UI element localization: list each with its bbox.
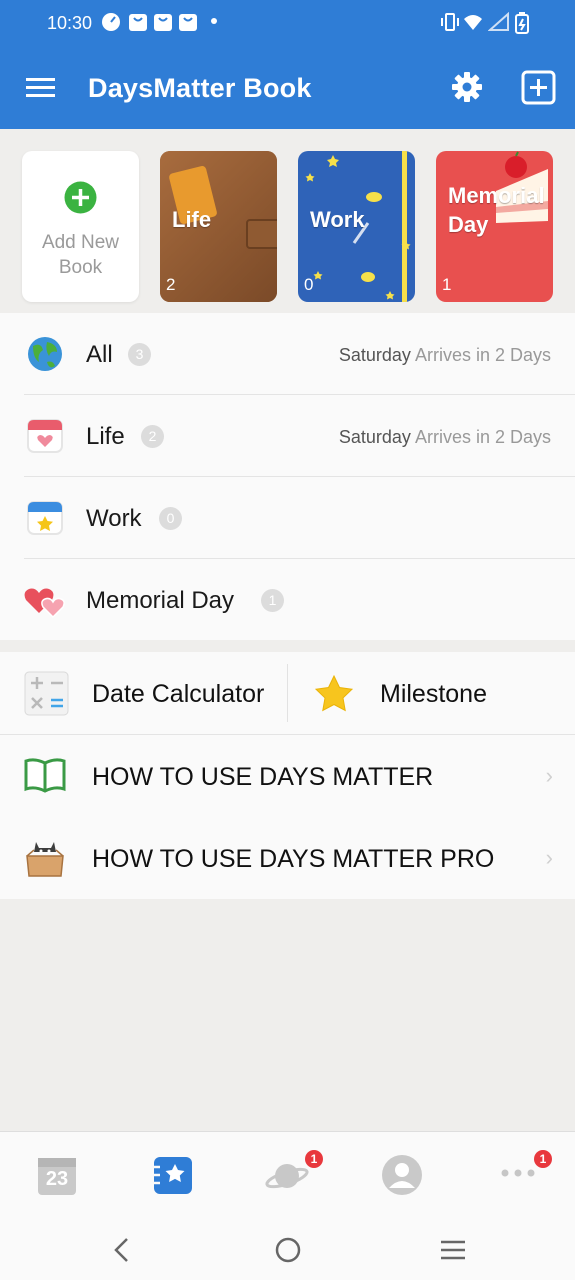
star-icon xyxy=(314,675,354,712)
next-event-arrives: Arrives in 2 Days xyxy=(414,345,551,365)
cat-box-icon xyxy=(26,842,64,877)
list-item-work[interactable]: Work 0 xyxy=(0,477,575,559)
system-nav-bar xyxy=(0,1218,575,1280)
list-item-name: Work xyxy=(86,505,142,532)
list-item-all[interactable]: All 3 Saturday Arrives in 2 Days xyxy=(0,313,575,395)
speedometer-icon xyxy=(102,13,120,31)
count-badge: 0 xyxy=(159,507,182,530)
nav-books[interactable] xyxy=(152,1154,192,1196)
wifi-icon xyxy=(464,15,482,30)
book-memorial-day[interactable]: Memorial Day 1 xyxy=(436,151,553,302)
globe-icon xyxy=(28,337,62,371)
books-carousel: Add New Book Life 2 Work 0 Memorial Day … xyxy=(0,129,575,313)
battery-icon xyxy=(515,12,529,34)
chevron-right-icon: › xyxy=(545,763,553,788)
how-to-use-pro-label: HOW TO USE DAYS MATTER PRO xyxy=(92,845,495,873)
nav-profile[interactable] xyxy=(381,1154,423,1196)
nav-calendar[interactable]: 23 xyxy=(37,1154,77,1196)
book-label: Work xyxy=(310,207,365,232)
dot-icon xyxy=(211,18,217,24)
chevron-right-icon: › xyxy=(545,845,553,870)
book-label: Life xyxy=(172,207,212,232)
more-icon xyxy=(501,1169,535,1177)
add-new-book-label: Add New Book xyxy=(41,232,120,278)
book-count: 0 xyxy=(304,275,314,294)
planet-icon xyxy=(265,1164,309,1189)
book-label: Memorial Day xyxy=(448,183,545,237)
menu-icon[interactable] xyxy=(26,76,56,100)
count-badge: 3 xyxy=(128,343,151,366)
signal-icon xyxy=(488,12,509,31)
tools-section: Date Calculator Milestone HOW TO USE DAY… xyxy=(0,652,575,899)
page-title: DaysMatter Book xyxy=(88,73,312,103)
list-item-life[interactable]: Life 2 Saturday Arrives in 2 Days xyxy=(0,395,575,477)
date-calculator-label: Date Calculator xyxy=(92,680,265,708)
recents-icon[interactable] xyxy=(439,1239,467,1261)
list-item-name: Life xyxy=(86,423,125,450)
nav-discover[interactable] xyxy=(265,1158,311,1194)
bag-icon xyxy=(154,14,172,31)
list-item-name: All xyxy=(86,341,113,368)
book-life[interactable]: Life 2 xyxy=(160,151,277,302)
next-event-info: Saturday Arrives in 2 Days xyxy=(339,427,551,448)
how-to-use-label: HOW TO USE DAYS MATTER xyxy=(92,763,434,791)
bag-icon xyxy=(179,14,197,31)
strap-graphic xyxy=(246,219,277,249)
bag-icon xyxy=(129,14,147,31)
status-time: 10:30 xyxy=(47,13,93,33)
calendar-date: 23 xyxy=(45,1168,69,1190)
book-count: 1 xyxy=(442,275,452,294)
date-calculator-button[interactable]: Date Calculator xyxy=(0,652,287,734)
next-event-day: Saturday xyxy=(338,427,411,447)
notification-badge: 1 xyxy=(305,1150,323,1168)
book-icon xyxy=(24,758,66,793)
next-event-info: Saturday Arrives in 2 Days xyxy=(339,345,551,366)
avatar-icon xyxy=(382,1155,422,1195)
count-badge: 1 xyxy=(261,589,284,612)
milestone-label: Milestone xyxy=(380,680,487,708)
next-event-arrives: Arrives in 2 Days xyxy=(414,427,551,447)
category-list: All 3 Saturday Arrives in 2 Days Life 2 … xyxy=(0,313,575,640)
hearts-icon xyxy=(24,588,65,619)
plus-circle-icon xyxy=(64,181,97,214)
app-header: 10:30 DaysMatter Book xyxy=(0,0,575,129)
home-icon[interactable] xyxy=(274,1236,302,1264)
milestone-button[interactable]: Milestone xyxy=(288,652,575,734)
next-event-day: Saturday xyxy=(338,345,411,365)
how-to-use-link[interactable]: HOW TO USE DAYS MATTER › xyxy=(0,735,575,817)
add-book-icon[interactable] xyxy=(521,70,556,105)
add-new-book-card[interactable]: Add New Book xyxy=(22,151,139,302)
list-item-memorial-day[interactable]: Memorial Day 1 xyxy=(0,559,575,641)
list-item-name: Memorial Day xyxy=(86,587,235,614)
how-to-use-pro-link[interactable]: HOW TO USE DAYS MATTER PRO › xyxy=(0,817,575,899)
bottom-nav: 23 1 1 xyxy=(0,1131,575,1219)
back-icon[interactable] xyxy=(112,1237,132,1263)
calendar-heart-icon xyxy=(27,419,63,453)
count-badge: 2 xyxy=(141,425,164,448)
nav-more[interactable] xyxy=(500,1166,536,1180)
vibrate-icon xyxy=(441,13,459,31)
notification-badge: 1 xyxy=(534,1150,552,1168)
book-count: 2 xyxy=(166,275,176,294)
book-work[interactable]: Work 0 xyxy=(298,151,415,302)
gear-icon[interactable] xyxy=(451,71,483,103)
book-star-icon xyxy=(152,1157,192,1194)
calendar-star-icon xyxy=(27,501,63,535)
calculator-icon xyxy=(24,671,69,716)
